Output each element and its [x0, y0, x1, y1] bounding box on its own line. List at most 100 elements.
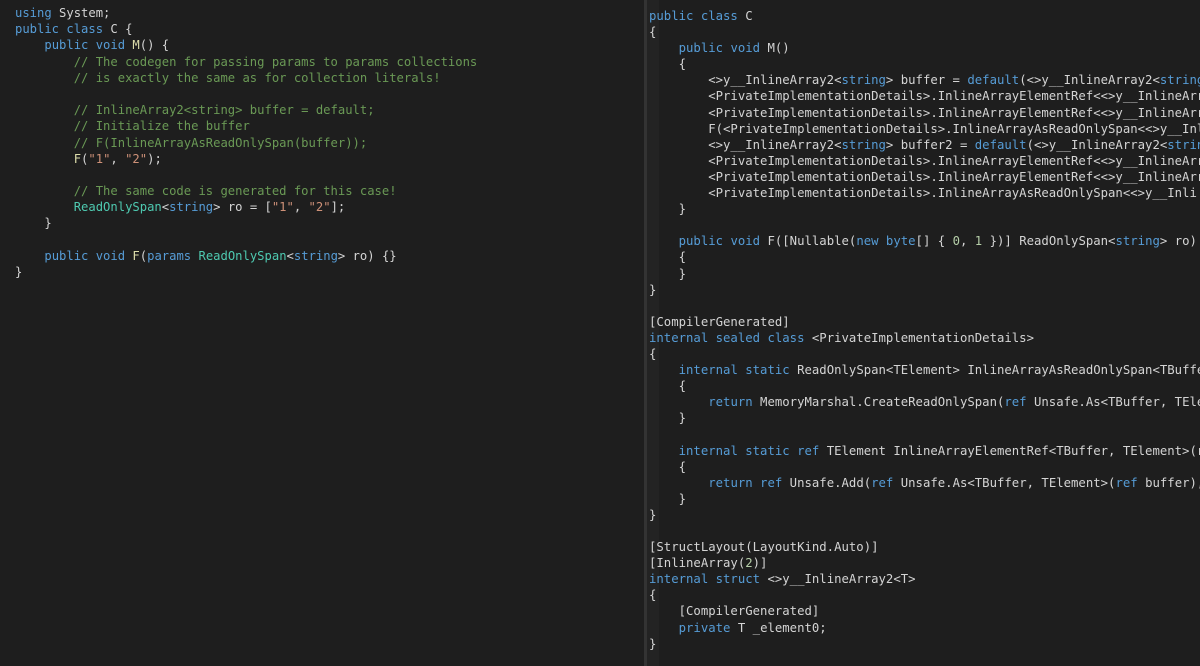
code-line: } — [15, 264, 477, 280]
code-token: [CompilerGenerated] — [649, 604, 820, 619]
code-line: internal sealed class <PrivateImplementa… — [649, 330, 1200, 346]
code-token: { — [649, 379, 687, 394]
code-token: ReadOnlySpan — [198, 248, 287, 263]
code-token: 0 — [952, 234, 960, 249]
code-token: Unsafe.As<TBuffer, TEle — [1026, 395, 1200, 410]
code-token: } — [649, 282, 657, 297]
code-token: ref — [871, 475, 894, 490]
code-line: { — [649, 587, 1200, 603]
code-line: <PrivateImplementationDetails>.InlineArr… — [649, 105, 1200, 121]
code-token: F(<PrivateImplementationDetails>.InlineA… — [649, 121, 1200, 136]
code-line: <PrivateImplementationDetails>.InlineArr… — [649, 153, 1200, 169]
code-line: ReadOnlySpan<string> ro = ["1", "2"]; — [15, 199, 477, 215]
code-token: [] { — [915, 234, 953, 249]
code-token: )] — [752, 556, 768, 571]
code-token: ]; — [330, 200, 346, 215]
code-line: <>y__InlineArray2<string> buffer2 = defa… — [649, 137, 1200, 153]
code-token: string — [1115, 234, 1160, 249]
code-token: Unsafe.Add( — [782, 475, 872, 490]
code-line: F("1", "2"); — [15, 151, 477, 167]
code-token: > ro = [ — [213, 200, 272, 215]
decompiled-output-editor[interactable]: public class C{ public void M() { <>y__I… — [647, 0, 1200, 666]
code-token: { — [649, 57, 687, 72]
code-token: internal sealed class — [649, 330, 805, 345]
code-token: ref — [1004, 395, 1027, 410]
code-token: buffer), — [1137, 475, 1200, 490]
code-token: , — [293, 200, 309, 215]
code-token: MemoryMarshal.CreateReadOnlySpan( — [752, 395, 1005, 410]
code-line: { — [649, 249, 1200, 265]
code-line: internal struct <>y__InlineArray2<T> — [649, 571, 1200, 587]
source-code-editor[interactable]: using System; public class C { public voi… — [0, 0, 644, 666]
code-token: > buffer = — [885, 73, 968, 88]
code-token: } — [649, 266, 687, 281]
code-line: [InlineArray(2)] — [649, 555, 1200, 571]
code-token: params — [147, 248, 192, 263]
code-token: { — [649, 459, 687, 474]
code-line: return MemoryMarshal.CreateReadOnlySpan(… — [649, 394, 1200, 410]
code-token: > ro) — [1159, 234, 1197, 249]
code-token: private — [678, 620, 731, 635]
code-token: < — [161, 200, 170, 215]
code-token: } — [649, 202, 687, 217]
code-line: private T _element0; — [649, 620, 1200, 636]
code-token: , — [959, 234, 975, 249]
code-token: () { — [139, 38, 170, 53]
code-line: } — [649, 201, 1200, 217]
code-token: string — [169, 200, 214, 215]
code-line: // The codegen for passing params to par… — [15, 54, 478, 70]
code-line: F(<PrivateImplementationDetails>.InlineA… — [649, 121, 1200, 137]
code-token: public class — [15, 22, 104, 37]
code-line: public void F(params ReadOnlySpan<string… — [15, 248, 477, 264]
code-line: } — [649, 266, 1200, 282]
code-token: ReadOnlySpan — [73, 200, 162, 215]
code-token: ); — [147, 151, 162, 166]
code-line: public class C — [649, 8, 1200, 24]
code-line: [CompilerGenerated] — [649, 314, 1200, 330]
code-line: } — [649, 410, 1200, 426]
code-token: // InlineArray2<string> buffer = default… — [73, 103, 375, 118]
code-token: <PrivateImplementationDetails> — [804, 330, 1034, 345]
code-token: "2" — [125, 151, 148, 166]
code-token: { — [649, 25, 657, 40]
source-code-text[interactable]: using System; public class C { public voi… — [15, 5, 477, 280]
code-token: (<>y__InlineArray2< — [1026, 137, 1168, 152]
code-token: F — [132, 248, 140, 263]
code-token: })] ReadOnlySpan< — [982, 234, 1116, 249]
code-token: public void — [44, 248, 126, 263]
code-line: } — [15, 215, 477, 231]
decompiled-code-text[interactable]: public class C{ public void M() { <>y__I… — [649, 8, 1200, 652]
code-line: <PrivateImplementationDetails>.InlineArr… — [649, 185, 1200, 201]
code-token: } — [649, 636, 657, 651]
code-token: "1" — [88, 151, 111, 166]
code-token: 2 — [745, 556, 753, 571]
code-token: (<>y__InlineArray2< — [1019, 73, 1160, 88]
code-token: // F(InlineArrayAsReadOnlySpan(buffer)); — [73, 135, 368, 150]
code-line: public void M() — [649, 40, 1200, 56]
code-token: new byte — [856, 234, 916, 249]
code-token: System; — [51, 6, 111, 20]
code-token: <PrivateImplementationDetails>.InlineArr… — [649, 153, 1200, 168]
code-line: { — [649, 24, 1200, 40]
code-token: ReadOnlySpan<TElement> InlineArrayAsRead… — [789, 363, 1200, 378]
code-token: } — [649, 507, 657, 522]
code-token: return — [708, 395, 753, 410]
code-token: } — [649, 491, 687, 506]
code-token: // The same code is generated for this c… — [73, 184, 397, 199]
code-token: "2" — [308, 200, 331, 215]
code-token: internal static ref — [678, 443, 820, 458]
code-token: <>y__InlineArray2< — [649, 73, 842, 88]
code-line: { — [649, 56, 1200, 72]
code-line: [StructLayout(LayoutKind.Auto)] — [649, 539, 1200, 555]
